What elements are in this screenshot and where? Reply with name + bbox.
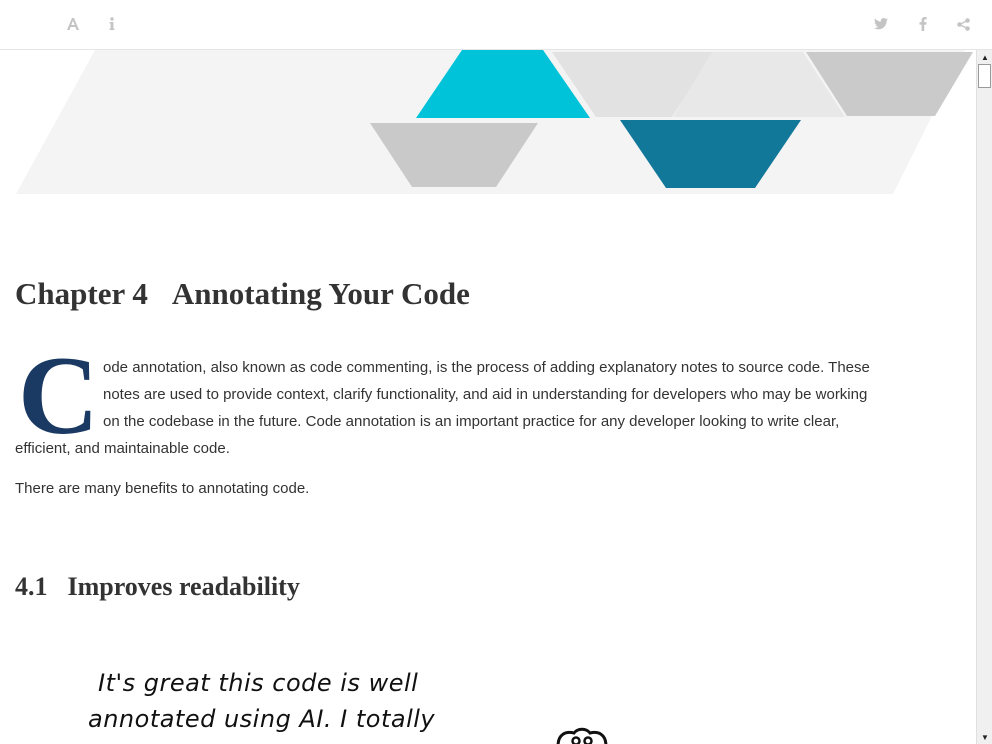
intro-paragraph: ode annotation, also known as code comme… — [15, 354, 945, 462]
scroll-up-arrow-icon[interactable]: ▲ — [977, 50, 992, 64]
info-icon[interactable] — [102, 14, 122, 34]
section-number: 4.1 — [15, 572, 48, 601]
section-title: 4.1 Improves readability — [15, 572, 300, 602]
scrollbar-thumb[interactable] — [978, 64, 991, 88]
comic-caption: It's great this code is well annotated u… — [80, 665, 435, 737]
scroll-down-arrow-icon[interactable]: ▼ — [977, 730, 992, 744]
chapter-title: Chapter 4 Annotating Your Code — [15, 276, 470, 312]
book-toolbar — [0, 0, 992, 50]
font-settings-icon[interactable] — [63, 14, 83, 34]
twitter-icon[interactable] — [871, 14, 891, 34]
intro-line-2: notes are used to provide context, clari… — [103, 386, 868, 403]
facebook-icon[interactable] — [913, 14, 933, 34]
intro-line-3: on the codebase in the future. Code anno… — [103, 413, 840, 430]
comic-line-1: It's great this code is well — [98, 669, 419, 697]
chapter-banner-image — [16, 50, 973, 194]
vertical-scrollbar[interactable]: ▲ ▼ — [976, 50, 992, 744]
share-icon[interactable] — [953, 14, 973, 34]
chapter-number: Chapter 4 — [15, 276, 148, 311]
section-title-text: Improves readability — [67, 572, 300, 601]
comic-character-head — [556, 727, 608, 744]
chapter-title-text: Annotating Your Code — [171, 276, 470, 311]
intro-line-4: efficient, and maintainable code. — [15, 440, 230, 457]
benefits-paragraph: There are many benefits to annotating co… — [15, 480, 310, 497]
reading-pane: Chapter 4 Annotating Your Code C ode anno… — [0, 50, 976, 744]
intro-line-1: ode annotation, also known as code comme… — [103, 359, 870, 376]
comic-line-2: annotated using AI. I totally — [88, 705, 436, 733]
